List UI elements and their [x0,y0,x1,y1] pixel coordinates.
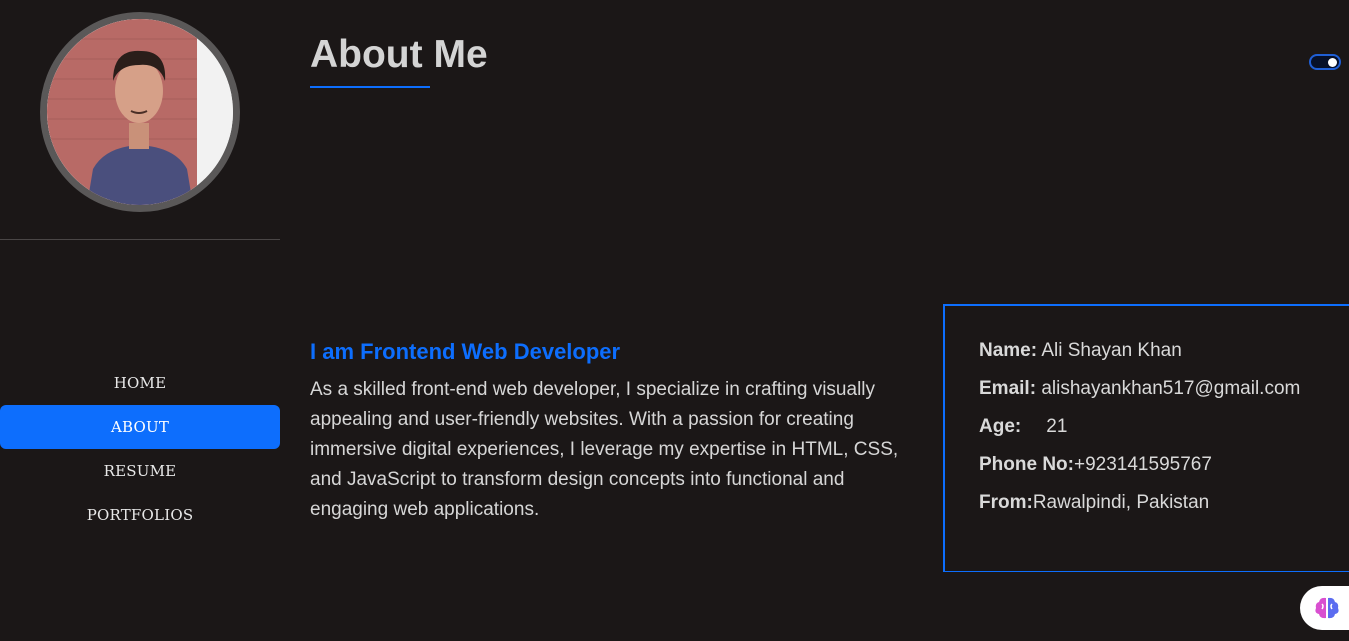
info-row-name: Name: Ali Shayan Khan [979,340,1182,362]
avatar [40,12,240,212]
email-label: Email: [979,378,1037,399]
email-value: alishayankhan517@gmail.com [1041,378,1301,399]
title-underline [310,86,430,88]
info-row-from: From:Rawalpindi, Pakistan [979,492,1209,514]
name-value: Ali Shayan Khan [1041,340,1182,361]
from-value: Rawalpindi, Pakistan [1032,492,1210,513]
nav-item-resume[interactable]: RESUME [0,449,280,493]
phone-label: Phone No: [979,454,1074,475]
phone-value: +923141595767 [1074,454,1212,475]
from-label: From: [979,492,1033,513]
name-label: Name: [979,340,1038,361]
age-value: 21 [1046,416,1068,437]
nav-item-home[interactable]: HOME [0,361,280,405]
sidebar: HOME ABOUT RESUME PORTFOLIOS [0,0,280,641]
age-label: Age: [979,416,1022,437]
info-row-age: Age: 21 [979,416,1067,438]
intro-text: As a skilled front-end web developer, I … [310,379,899,520]
brain-icon [1315,597,1339,619]
extension-button[interactable] [1300,586,1349,630]
nav-item-about[interactable]: ABOUT [0,405,280,449]
page-title: About Me [310,33,488,76]
toggle-knob [1328,58,1337,67]
info-row-email: Email: alishayankhan517@gmail.com [979,378,1300,400]
intro-heading: I am Frontend Web Developer [310,339,621,364]
main-nav: HOME ABOUT RESUME PORTFOLIOS [0,361,280,537]
sidebar-divider [0,239,280,240]
info-card: Name: Ali Shayan Khan Email: alishayankh… [943,304,1349,572]
theme-toggle[interactable] [1309,54,1341,70]
info-row-phone: Phone No:+923141595767 [979,454,1212,476]
nav-item-portfolios[interactable]: PORTFOLIOS [0,493,280,537]
profile-photo [47,19,233,205]
